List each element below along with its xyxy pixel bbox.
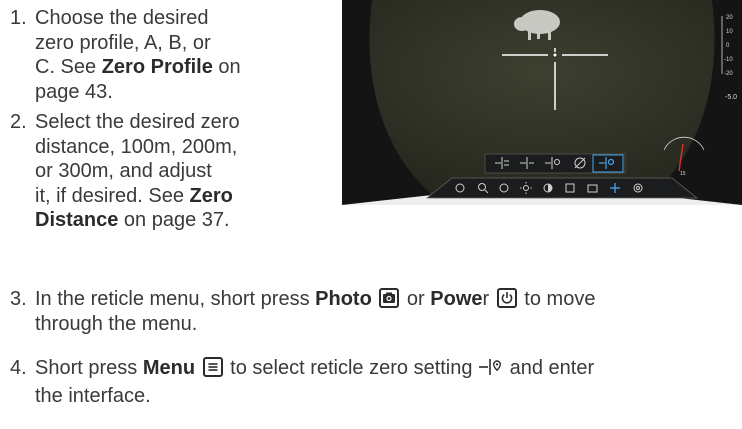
line: Short press Menu to select reticle zero …: [35, 356, 742, 384]
step-number: 4.: [10, 357, 27, 379]
line: page 43.: [35, 80, 113, 103]
elevation-readout: -5.0: [725, 94, 737, 101]
menu-icon: [202, 357, 223, 377]
reticle-zero-icon: [478, 357, 504, 384]
line: the interface.: [35, 384, 151, 407]
svg-text:-20: -20: [724, 71, 733, 77]
step-number: 1.: [10, 7, 27, 29]
step-text: Select the desired zero distance, 100m, …: [35, 110, 335, 233]
line: C. See Zero Profile on: [35, 56, 241, 78]
line: it, if desired. See Zero: [35, 184, 233, 207]
svg-text:10: 10: [726, 29, 733, 35]
camera-icon: [379, 288, 400, 308]
reticle-submenu: [484, 153, 626, 174]
zero-profile-link: Zero Profile: [101, 56, 213, 78]
svg-text:15: 15: [680, 171, 686, 177]
svg-text:-10: -10: [724, 57, 733, 63]
line: zero profile, A, B, or: [35, 31, 211, 54]
line: Select the desired zero: [35, 111, 240, 133]
line: or 300m, and adjust: [35, 160, 212, 182]
line: Choose the desired: [35, 7, 209, 29]
svg-text:20: 20: [726, 15, 733, 21]
step-number: 3.: [10, 288, 27, 310]
line: In the reticle menu, short press Photo o…: [35, 288, 596, 310]
zero-distance-link: Zero: [189, 184, 233, 207]
step-text: Short press Menu to select reticle zero …: [35, 356, 742, 408]
reticle-center: [553, 53, 557, 57]
reticle-zero-selected: [592, 154, 624, 173]
scope-view: 20 10 0 -10 -20 -5.0 15: [342, 0, 742, 205]
step-text: In the reticle menu, short press Photo o…: [35, 287, 742, 336]
step-number: 2.: [10, 111, 27, 133]
line: Distance on page 37.: [35, 209, 230, 231]
scope-screenshot: 20 10 0 -10 -20 -5.0 15: [342, 0, 742, 205]
bottom-toolbar: [425, 177, 699, 199]
line: through the menu.: [35, 312, 198, 335]
line: distance, 100m, 200m,: [35, 135, 238, 158]
power-icon: [496, 288, 517, 308]
step-text: Choose the desired zero profile, A, B, o…: [35, 6, 335, 104]
